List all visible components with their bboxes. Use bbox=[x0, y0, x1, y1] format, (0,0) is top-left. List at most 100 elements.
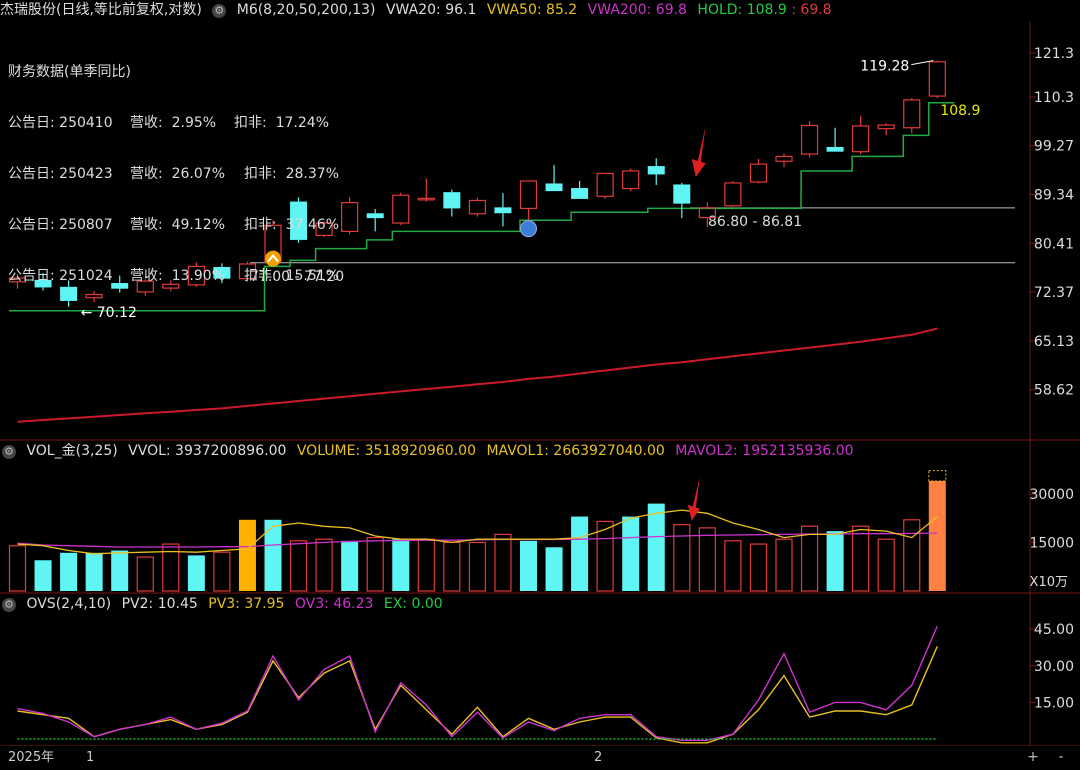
financial-title: 财务数据(单季同比) bbox=[8, 64, 131, 80]
candle-body bbox=[903, 99, 921, 129]
financial-row: 公告日: 251024 营收: 13.90% 扣非: 15.51% bbox=[8, 268, 339, 285]
volume-label: VOLUME: 3518920960.00 bbox=[296, 443, 476, 459]
volume-bar bbox=[341, 540, 359, 591]
financial-date: 公告日: 251024 bbox=[8, 268, 113, 284]
volume-bar bbox=[928, 480, 946, 591]
volume-bar bbox=[800, 525, 819, 592]
financial-revenue: 营收: 13.90% bbox=[130, 268, 225, 284]
vwa20-label: VWA20: 96.1 bbox=[385, 2, 477, 18]
high-arrow bbox=[911, 60, 934, 66]
price-tick-label: 65.13 bbox=[1034, 334, 1074, 350]
financial-profit: 扣非: 28.37% bbox=[244, 166, 339, 182]
volume-bar bbox=[571, 516, 589, 591]
candle-body bbox=[596, 172, 614, 197]
ov3-label: OV3: 46.23 bbox=[294, 596, 374, 612]
volume-bar bbox=[366, 536, 384, 592]
candle-body bbox=[852, 125, 870, 153]
volume-bar bbox=[622, 516, 640, 591]
ovs-pv3-line bbox=[17, 646, 938, 744]
candle-body bbox=[392, 194, 410, 224]
financial-revenue: 营收: 26.07% bbox=[130, 166, 225, 182]
signal-ball-icon bbox=[520, 220, 537, 238]
vwa200-label: VWA200: 69.8 bbox=[587, 2, 687, 18]
financial-date: 公告日: 250807 bbox=[8, 217, 113, 233]
volume-bar bbox=[647, 503, 665, 591]
financial-profit: 扣非: 15.51% bbox=[244, 268, 339, 284]
volume-bar bbox=[111, 550, 129, 591]
candle-body bbox=[571, 188, 589, 199]
volume-bar bbox=[673, 524, 691, 592]
candle-body bbox=[494, 207, 512, 214]
volume-bar bbox=[60, 552, 78, 591]
volume-bar bbox=[826, 531, 844, 591]
red-arrow-icon bbox=[687, 476, 700, 521]
month-label-1: 1 bbox=[86, 750, 95, 765]
candle-body bbox=[366, 213, 384, 219]
volume-bar bbox=[136, 556, 154, 592]
candle-body bbox=[826, 146, 844, 152]
zoom-in-button[interactable]: + bbox=[1024, 748, 1042, 766]
ovs-tick-label: 30.00 bbox=[1034, 659, 1074, 675]
vwa200-line bbox=[17, 327, 938, 423]
financial-revenue: 营收: 2.95% bbox=[130, 115, 217, 131]
volume-unit: X10万 bbox=[1030, 575, 1068, 590]
low-price-label: ← 70.12 bbox=[81, 305, 137, 321]
candle-body bbox=[800, 124, 819, 155]
vol-name: VOL_金(3,25) bbox=[26, 443, 118, 459]
financial-date: 公告日: 250423 bbox=[8, 166, 113, 182]
gear-icon[interactable]: ⚙ bbox=[212, 4, 227, 18]
volume-bar bbox=[698, 527, 716, 592]
mavol1-label: MAVOL1: 2663927040.00 bbox=[486, 443, 665, 459]
hold-label: HOLD: 108.9 bbox=[697, 2, 787, 18]
vwa50-label: VWA50: 85.2 bbox=[486, 2, 578, 18]
ovs-tick-label: 15.00 bbox=[1034, 695, 1074, 711]
mavol2-label: MAVOL2: 1952135936.00 bbox=[675, 443, 854, 459]
candle-body bbox=[647, 166, 665, 175]
financial-row: 公告日: 250807 营收: 49.12% 扣非: 37.46% bbox=[8, 217, 339, 234]
main-chart-header: 杰瑞股份(日线,等比前复权,对数) ⚙ M6(8,20,50,200,13) V… bbox=[0, 0, 838, 20]
volume-bar bbox=[494, 533, 512, 592]
candle-body bbox=[443, 192, 461, 209]
price-tick-label: 121.3 bbox=[1034, 46, 1074, 62]
price-tick-label: 80.41 bbox=[1034, 236, 1074, 252]
volume-bar bbox=[417, 538, 435, 592]
volume-tick-label: 30000 bbox=[1029, 487, 1074, 503]
candle-body bbox=[673, 184, 691, 204]
price-tick-label: 110.3 bbox=[1034, 90, 1074, 106]
financial-row: 公告日: 250410 营收: 2.95% 扣非: 17.24% bbox=[8, 115, 339, 132]
candle-body bbox=[724, 182, 742, 207]
m6-label: M6(8,20,50,200,13) bbox=[236, 2, 376, 18]
volume-bar bbox=[85, 552, 103, 591]
financial-date: 公告日: 250410 bbox=[8, 115, 113, 131]
volume-bar bbox=[468, 541, 486, 592]
volume-bar bbox=[443, 541, 461, 592]
zoom-out-button[interactable]: - bbox=[1052, 748, 1070, 766]
volume-bar bbox=[903, 519, 921, 592]
time-axis: 2025年 1 2 + - bbox=[0, 746, 1080, 770]
volume-bar bbox=[34, 560, 52, 591]
hold2-label: : 69.8 bbox=[791, 2, 832, 18]
candle-body bbox=[877, 124, 895, 130]
volume-bar bbox=[213, 551, 231, 592]
volume-bar bbox=[852, 525, 870, 592]
candle-body bbox=[775, 155, 793, 162]
price-tick-label: 89.34 bbox=[1034, 188, 1074, 204]
financial-panel: 财务数据(单季同比) 公告日: 250410 营收: 2.95% 扣非: 17.24… bbox=[8, 30, 339, 302]
gear-icon[interactable]: ⚙ bbox=[2, 445, 16, 459]
financial-row: 公告日: 250423 营收: 26.07% 扣非: 28.37% bbox=[8, 166, 339, 183]
candle-body bbox=[519, 180, 538, 210]
gear-icon[interactable]: ⚙ bbox=[2, 598, 16, 612]
vvol-label: VVOL: 3937200896.00 bbox=[128, 443, 287, 459]
ovs-name: OVS(2,4,10) bbox=[26, 596, 112, 612]
red-arrow-icon bbox=[691, 124, 706, 177]
price-tick-label: 99.27 bbox=[1034, 139, 1074, 155]
pv3-label: PV3: 37.95 bbox=[208, 596, 285, 612]
financial-revenue: 营收: 49.12% bbox=[130, 217, 225, 233]
financial-profit: 扣非: 37.46% bbox=[244, 217, 339, 233]
ovs-header: ⚙ OVS(2,4,10) PV2: 10.45 PV3: 37.95 OV3:… bbox=[0, 594, 449, 614]
volume-bar bbox=[238, 519, 256, 591]
volume-bar bbox=[545, 547, 563, 591]
volume-bar bbox=[289, 540, 308, 592]
price-tick-label: 58.62 bbox=[1034, 383, 1074, 399]
pv2-label: PV2: 10.45 bbox=[121, 596, 198, 612]
